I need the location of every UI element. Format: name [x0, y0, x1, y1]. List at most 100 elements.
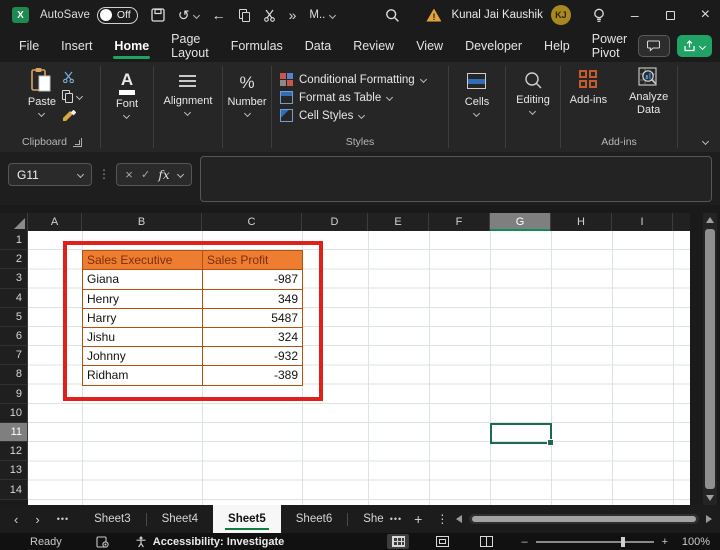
sheet-options-button[interactable]: ⋮: [436, 512, 448, 526]
normal-view-button[interactable]: [387, 534, 409, 549]
column-header-E[interactable]: E: [368, 213, 429, 231]
page-layout-view-button[interactable]: [431, 534, 453, 549]
row-header-7[interactable]: 7: [0, 346, 28, 365]
macro-record-button[interactable]: [96, 536, 109, 548]
conditional-formatting-button[interactable]: Conditional Formatting: [280, 73, 426, 86]
zoom-in-button[interactable]: +: [662, 536, 668, 548]
tab-home[interactable]: Home: [103, 30, 160, 62]
sheet-tab-sheet4[interactable]: Sheet4: [147, 505, 213, 533]
row-header-10[interactable]: 10: [0, 404, 28, 423]
tab-developer[interactable]: Developer: [454, 30, 533, 62]
column-header-H[interactable]: H: [551, 213, 612, 231]
comments-button[interactable]: [638, 35, 669, 57]
accessibility-status[interactable]: Accessibility: Investigate: [153, 536, 284, 548]
notification-warning[interactable]: !: [426, 9, 441, 22]
tab-page-layout[interactable]: Page Layout: [160, 30, 220, 62]
prev-sheet-button[interactable]: ‹: [14, 512, 18, 527]
sheet-tab-sheet3[interactable]: Sheet3: [79, 505, 145, 533]
format-painter-button[interactable]: [62, 110, 76, 123]
cut-button[interactable]: [263, 9, 276, 22]
column-header-A[interactable]: A: [28, 213, 82, 231]
back-button[interactable]: ←: [212, 8, 226, 22]
number-group-button[interactable]: % Number: [221, 67, 272, 135]
editing-group-button[interactable]: Editing: [510, 67, 556, 135]
analyze-data-button[interactable]: Analyze Data: [623, 67, 674, 135]
row-header-8[interactable]: 8: [0, 365, 28, 384]
column-header-F[interactable]: F: [429, 213, 490, 231]
share-button[interactable]: [677, 35, 712, 57]
active-cell-G11[interactable]: [490, 423, 552, 444]
add-sheet-button[interactable]: +: [414, 511, 422, 527]
row-header-2[interactable]: 2: [0, 250, 28, 269]
name-box[interactable]: G11: [8, 163, 92, 186]
tab-data[interactable]: Data: [294, 30, 342, 62]
zoom-slider[interactable]: [536, 541, 654, 543]
undo-button[interactable]: ↺: [178, 8, 199, 22]
collapse-ribbon-button[interactable]: [702, 138, 709, 145]
row-header-3[interactable]: 3: [0, 269, 28, 288]
scroll-left-icon[interactable]: [456, 515, 462, 523]
zoom-slider-handle[interactable]: [621, 537, 625, 547]
scroll-right-icon[interactable]: [706, 515, 712, 523]
row-header-5[interactable]: 5: [0, 308, 28, 327]
horizontal-scroll-track[interactable]: [469, 514, 699, 524]
search-button[interactable]: [385, 8, 400, 23]
horizontal-scroll-thumb[interactable]: [472, 516, 696, 522]
horizontal-scrollbar[interactable]: [456, 514, 712, 524]
copy-button[interactable]: [62, 90, 82, 103]
more-sheets-button[interactable]: •••: [390, 514, 402, 524]
column-header-D[interactable]: D: [302, 213, 368, 231]
quick-access-overflow-button[interactable]: »: [289, 8, 297, 22]
customize-toolbar-button[interactable]: M..: [309, 9, 335, 21]
cut-button[interactable]: [62, 71, 75, 83]
vertical-scroll-thumb[interactable]: [705, 229, 715, 489]
column-header-I[interactable]: I: [612, 213, 673, 231]
next-sheet-button[interactable]: ›: [35, 512, 39, 527]
save-button[interactable]: [151, 8, 165, 22]
font-group-button[interactable]: A Font: [110, 67, 144, 135]
zoom-out-button[interactable]: –: [521, 536, 527, 548]
tab-file[interactable]: File: [8, 30, 50, 62]
sheet-tab-truncated[interactable]: She: [348, 505, 389, 533]
row-header-4[interactable]: 4: [0, 289, 28, 308]
tab-view[interactable]: View: [405, 30, 454, 62]
tab-help[interactable]: Help: [533, 30, 581, 62]
scroll-down-icon[interactable]: [706, 495, 714, 501]
sheet-tab-sheet6[interactable]: Sheet6: [281, 505, 347, 533]
row-header-9[interactable]: 9: [0, 385, 28, 404]
tab-formulas[interactable]: Formulas: [220, 30, 294, 62]
cells-group-button[interactable]: Cells: [459, 67, 495, 135]
column-header-B[interactable]: B: [82, 213, 202, 231]
row-header-14[interactable]: 14: [0, 480, 28, 499]
close-button[interactable]: ×: [701, 7, 710, 23]
tell-me-button[interactable]: [593, 8, 605, 23]
page-break-view-button[interactable]: [475, 534, 497, 549]
zoom-level[interactable]: 100%: [676, 536, 710, 548]
sheet-list-button[interactable]: •••: [57, 514, 69, 524]
sheet-tab-sheet5[interactable]: Sheet5: [213, 505, 281, 533]
sheet-cells[interactable]: Sales Executive Sales Profit Giana -987 …: [28, 231, 690, 505]
tab-review[interactable]: Review: [342, 30, 405, 62]
addins-button[interactable]: Add-ins: [564, 67, 613, 135]
cell-styles-button[interactable]: Cell Styles: [280, 109, 426, 122]
avatar[interactable]: KJ: [551, 5, 571, 25]
formula-input[interactable]: [200, 156, 712, 202]
row-header-6[interactable]: 6: [0, 327, 28, 346]
row-header-12[interactable]: 12: [0, 442, 28, 461]
tab-power-pivot[interactable]: Power Pivot: [581, 30, 638, 62]
row-header-1[interactable]: 1: [0, 231, 28, 250]
column-header-G[interactable]: G: [490, 213, 551, 231]
vertical-scrollbar[interactable]: [703, 213, 717, 505]
paste-button[interactable]: Paste: [22, 67, 62, 135]
insert-function-button[interactable]: fx: [158, 168, 169, 182]
minimize-button[interactable]: –: [631, 8, 639, 22]
alignment-group-button[interactable]: Alignment: [158, 67, 219, 135]
autosave-toggle[interactable]: Off: [97, 7, 138, 24]
maximize-button[interactable]: [666, 11, 675, 20]
copy-button[interactable]: [239, 9, 250, 22]
cancel-button[interactable]: ×: [125, 167, 133, 182]
select-all-button[interactable]: [0, 213, 28, 231]
enter-button[interactable]: ✓: [141, 168, 150, 181]
format-as-table-button[interactable]: Format as Table: [280, 91, 426, 104]
scroll-up-icon[interactable]: [706, 217, 714, 223]
